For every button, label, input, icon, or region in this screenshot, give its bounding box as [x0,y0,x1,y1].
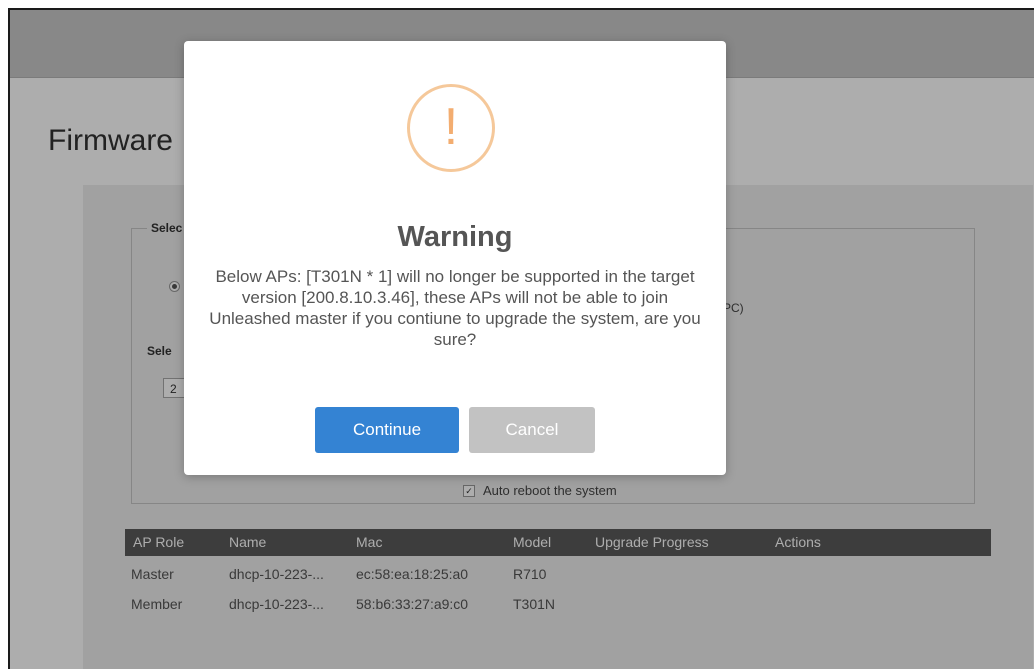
dialog-title: Warning [397,221,513,253]
warning-icon: ! [407,84,495,172]
cancel-button[interactable]: Cancel [469,407,595,453]
warning-dialog: ! Warning Below APs: [T301N * 1] will no… [184,41,726,475]
dialog-message: Below APs: [T301N * 1] will no longer be… [209,267,701,349]
continue-button[interactable]: Continue [315,407,459,453]
